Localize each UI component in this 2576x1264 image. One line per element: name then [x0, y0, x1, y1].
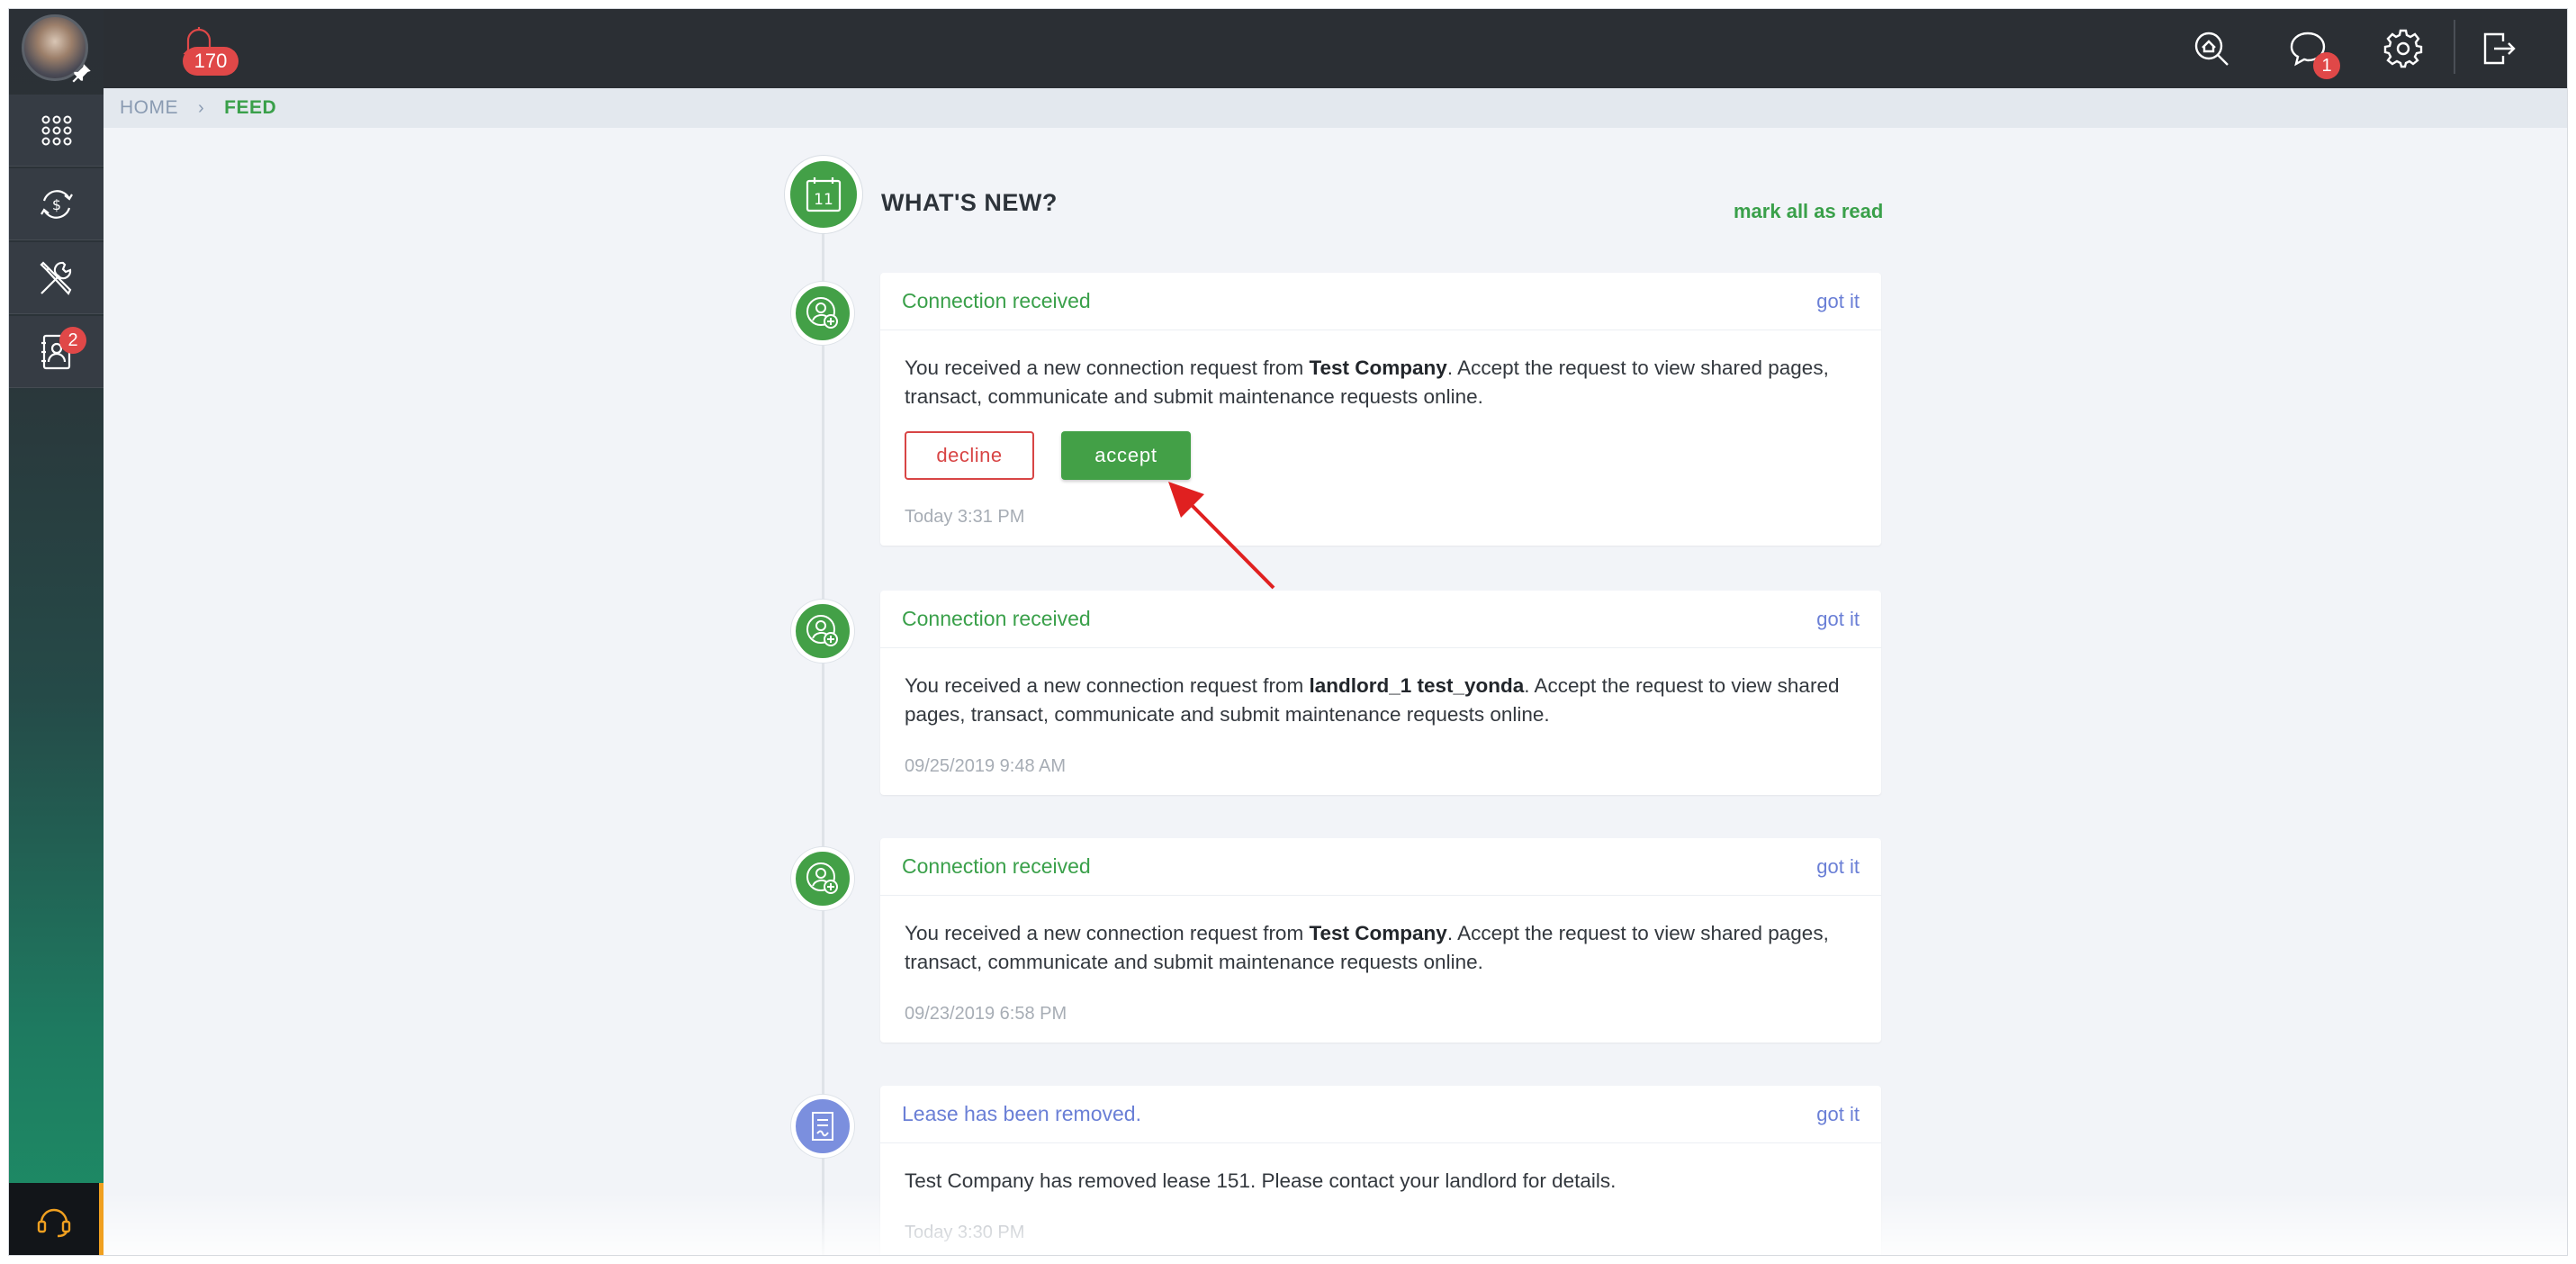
card-header: Connection received got it — [880, 273, 1881, 330]
settings-button[interactable] — [2382, 27, 2425, 70]
card-header: Connection received got it — [880, 838, 1881, 896]
messages-button[interactable]: 1 — [2286, 27, 2340, 79]
chevron-right-icon: › — [198, 97, 205, 118]
calendar-icon: 11 — [785, 156, 862, 233]
app-window: $ 2 170 1 HOME › FEED 11 WHAT'S NEW? mar… — [9, 9, 2567, 1255]
search-button[interactable] — [2190, 27, 2233, 70]
got-it-link[interactable]: got it — [1816, 855, 1860, 879]
page-title: WHAT'S NEW? — [881, 189, 1058, 216]
accept-button[interactable]: accept — [1061, 431, 1191, 480]
feed-card: Connection received got it You received … — [880, 273, 1881, 546]
tools-icon — [39, 260, 71, 295]
breadcrumb: HOME › FEED — [104, 88, 2567, 128]
logout-button[interactable] — [2476, 27, 2519, 70]
card-title: Connection received — [902, 854, 1091, 878]
connection-icon — [791, 847, 854, 910]
gear-icon — [2383, 29, 2423, 68]
topbar-divider — [2454, 20, 2455, 74]
feed-card: Connection received got it You received … — [880, 591, 1881, 795]
card-message: Test Company has removed lease 151. Plea… — [905, 1169, 1617, 1192]
notifications-badge: 170 — [183, 47, 239, 76]
connection-icon — [791, 600, 854, 663]
timestamp: Today 3:30 PM — [905, 1223, 1025, 1242]
card-title: Lease has been removed. — [902, 1102, 1141, 1125]
svg-text:11: 11 — [814, 191, 833, 209]
card-header: Connection received got it — [880, 591, 1881, 648]
logout-icon — [2483, 32, 2516, 65]
sidebar-item-apps[interactable] — [9, 95, 104, 167]
card-message: You received a new connection request fr… — [905, 922, 1829, 973]
card-message: You received a new connection request fr… — [905, 357, 1829, 408]
transactions-icon: $ — [40, 189, 73, 219]
top-bar: 170 1 — [104, 9, 2567, 88]
contacts-badge: 2 — [59, 327, 86, 354]
search-icon — [2194, 32, 2229, 66]
card-header: Lease has been removed. got it — [880, 1086, 1881, 1143]
pin-icon[interactable] — [70, 61, 94, 85]
card-title: Connection received — [902, 289, 1091, 312]
breadcrumb-current: FEED — [224, 97, 277, 118]
got-it-link[interactable]: got it — [1816, 1103, 1860, 1126]
svg-text:$: $ — [51, 196, 60, 213]
user-avatar[interactable] — [22, 14, 91, 83]
sidebar-item-tools[interactable] — [9, 242, 104, 314]
card-title: Connection received — [902, 607, 1091, 630]
feed-card: Lease has been removed. got it Test Comp… — [880, 1086, 1881, 1255]
annotation-arrow-icon — [1168, 482, 1275, 590]
got-it-link[interactable]: got it — [1816, 608, 1860, 631]
lease-document-icon — [791, 1095, 854, 1158]
messages-badge: 1 — [2313, 52, 2340, 79]
connection-icon — [791, 282, 854, 345]
calendar-glyph: 11 — [806, 177, 842, 212]
timestamp: Today 3:31 PM — [905, 507, 1025, 527]
sidebar-item-contacts[interactable]: 2 — [9, 316, 104, 388]
sidebar: $ 2 — [9, 9, 104, 1255]
headset-icon — [37, 1208, 71, 1238]
card-message: You received a new connection request fr… — [905, 674, 1840, 726]
feed-card: Connection received got it You received … — [880, 838, 1881, 1043]
mark-all-read-link[interactable]: mark all as read — [1734, 200, 1883, 223]
sidebar-item-transactions[interactable]: $ — [9, 168, 104, 240]
got-it-link[interactable]: got it — [1816, 290, 1860, 313]
notifications-button[interactable]: 170 — [167, 23, 239, 77]
breadcrumb-home[interactable]: HOME — [120, 97, 178, 119]
apps-grid-icon — [41, 115, 71, 145]
timestamp: 09/25/2019 9:48 AM — [905, 756, 1067, 776]
support-button[interactable] — [9, 1183, 104, 1255]
timestamp: 09/23/2019 6:58 PM — [905, 1004, 1067, 1024]
decline-button[interactable]: decline — [905, 431, 1034, 480]
